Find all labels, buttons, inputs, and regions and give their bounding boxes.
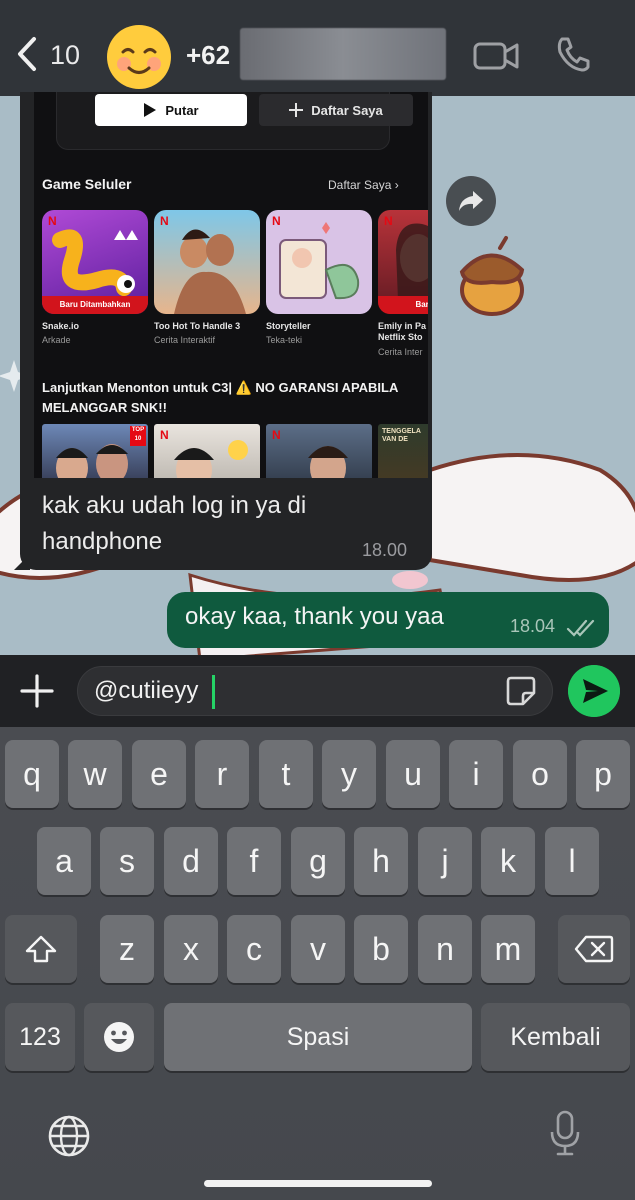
key-x[interactable]: x <box>164 915 218 983</box>
video-call-icon[interactable] <box>473 38 519 72</box>
backspace-icon <box>574 935 614 963</box>
game-tile-snake: N Baru Ditambahkan <box>42 210 148 314</box>
game-name: Snake.io <box>42 321 80 331</box>
play-label: Putar <box>165 102 199 118</box>
key-n[interactable]: n <box>418 915 472 983</box>
game-name: Emily in Pa Netflix Sto <box>378 321 427 342</box>
key-g[interactable]: g <box>291 827 345 895</box>
key-t[interactable]: t <box>259 740 313 808</box>
new-tag: Baru Ditambahkan <box>42 296 148 314</box>
key-z[interactable]: z <box>100 915 154 983</box>
key-j[interactable]: j <box>418 827 472 895</box>
my-list-button: Daftar Saya <box>259 94 413 126</box>
top10-badge: TOP 10 <box>130 426 146 446</box>
forward-icon[interactable] <box>446 176 496 226</box>
incoming-message-text: kak aku udah log in ya di handphone <box>42 492 307 555</box>
space-key[interactable]: Spasi <box>164 1003 472 1071</box>
key-y[interactable]: y <box>322 740 376 808</box>
redacted-phone-number <box>240 28 446 80</box>
hero-panel: Putar Daftar Saya <box>56 92 413 150</box>
game-tile-storyteller: N <box>266 210 372 314</box>
key-v[interactable]: v <box>291 915 345 983</box>
key-h[interactable]: h <box>354 827 408 895</box>
games-section-title: Game Seluler <box>42 176 132 192</box>
key-d[interactable]: d <box>164 827 218 895</box>
back-chevron-icon[interactable] <box>12 34 42 74</box>
key-b[interactable]: b <box>354 915 408 983</box>
bubble-tail <box>14 554 30 570</box>
storyteller-art <box>279 222 360 300</box>
voice-call-icon[interactable] <box>556 36 590 72</box>
key-o[interactable]: o <box>513 740 567 808</box>
thumbnail: N <box>154 424 260 478</box>
new-tag: Baru Dit <box>378 296 428 314</box>
attach-plus-icon[interactable] <box>18 672 56 710</box>
key-p[interactable]: p <box>576 740 630 808</box>
message-input-value[interactable]: @cutiieyy <box>94 677 198 705</box>
plus-icon <box>289 103 304 117</box>
send-button[interactable] <box>568 665 620 717</box>
game-name: Too Hot To Handle 3 <box>154 321 241 331</box>
backspace-key[interactable] <box>558 915 630 983</box>
key-u[interactable]: u <box>386 740 440 808</box>
contact-avatar[interactable] <box>106 24 172 90</box>
key-f[interactable]: f <box>227 827 281 895</box>
shared-screenshot-image[interactable]: Putar Daftar Saya Game Seluler Daftar Sa… <box>34 92 428 478</box>
key-l[interactable]: l <box>545 827 599 895</box>
thumbnail-title: TENGGELA VAN DE <box>382 428 421 443</box>
microphone-icon[interactable] <box>548 1110 582 1158</box>
return-key[interactable]: Kembali <box>481 1003 630 1071</box>
unread-count[interactable]: 10 <box>50 40 80 71</box>
home-indicator <box>204 1180 432 1187</box>
key-a[interactable]: a <box>37 827 91 895</box>
thumbnail-art <box>308 446 348 478</box>
key-s[interactable]: s <box>100 827 154 895</box>
emoji-key[interactable] <box>84 1003 154 1071</box>
thumbnail: N <box>266 424 372 478</box>
netflix-logo-icon: N <box>160 428 169 442</box>
netflix-logo-icon: N <box>272 428 281 442</box>
my-list-label: Daftar Saya <box>311 102 383 118</box>
thumbnail-art <box>174 440 248 478</box>
emoji-icon <box>104 1022 134 1052</box>
numbers-key[interactable]: 123 <box>5 1003 75 1071</box>
outgoing-message-text: okay kaa, thank you yaa <box>185 603 444 630</box>
outgoing-message-time: 18.04 <box>510 616 556 636</box>
globe-icon[interactable] <box>47 1114 91 1158</box>
couple-art <box>174 229 246 314</box>
text-caret <box>212 675 215 709</box>
key-i[interactable]: i <box>449 740 503 808</box>
double-check-icon <box>566 619 595 637</box>
key-k[interactable]: k <box>481 827 535 895</box>
acorn-icon <box>459 236 525 316</box>
key-q[interactable]: q <box>5 740 59 808</box>
play-button: Putar <box>95 94 247 126</box>
thumbnail: TENGGELA VAN DE <box>378 424 428 478</box>
play-icon <box>144 103 157 117</box>
contact-name[interactable]: +62 <box>186 40 230 71</box>
game-category: Cerita Interaktif <box>154 335 216 345</box>
key-e[interactable]: e <box>132 740 186 808</box>
key-w[interactable]: w <box>68 740 122 808</box>
key-r[interactable]: r <box>195 740 249 808</box>
key-m[interactable]: m <box>481 915 535 983</box>
shift-icon <box>25 935 57 963</box>
game-category: Cerita Inter <box>378 347 423 357</box>
sticker-icon[interactable] <box>505 675 537 707</box>
game-tile-emily: N Baru Dit <box>378 210 428 314</box>
game-category: Arkade <box>42 335 71 345</box>
game-name: Storyteller <box>266 321 311 331</box>
thumbnail: TOP 10 <box>42 424 148 478</box>
games-section-link: Daftar Saya › <box>328 178 399 192</box>
shift-key[interactable] <box>5 915 77 983</box>
game-tile-too-hot: N <box>154 210 260 314</box>
key-c[interactable]: c <box>227 915 281 983</box>
game-category: Teka-teki <box>266 335 303 345</box>
continue-watching-title: Lanjutkan Menonton untuk C3| ⚠️ NO GARAN… <box>42 380 398 415</box>
incoming-message-time: 18.00 <box>362 540 408 560</box>
